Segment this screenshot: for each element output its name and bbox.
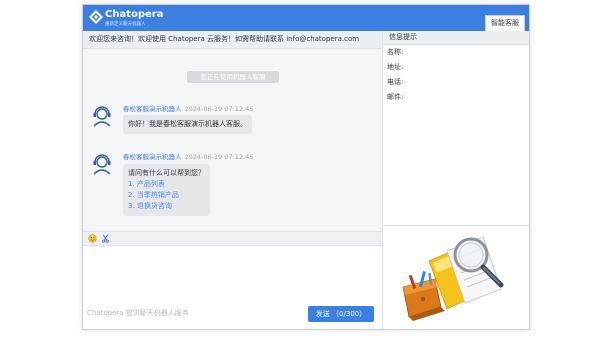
header-bar: Chatopera 重新定义聊天机器人 智能客服 bbox=[83, 5, 529, 31]
tab-smart-service[interactable]: 智能客服 bbox=[485, 15, 525, 31]
toolbox-magnifier-illustration bbox=[402, 236, 504, 321]
sender-name: 春松客服演示机器人 bbox=[123, 153, 182, 161]
field-email: 邮件: bbox=[387, 93, 404, 101]
robot-avatar-icon bbox=[93, 106, 111, 127]
faq-link[interactable]: 2. 当季热销产品 bbox=[128, 190, 205, 201]
input-toolbar bbox=[83, 231, 382, 245]
chatopera-logo-icon bbox=[89, 10, 103, 24]
sidebar-title: 信息提示 bbox=[383, 31, 529, 45]
field-name: 名称: bbox=[387, 48, 404, 56]
message-time: 2024-06-19 07:12:45 bbox=[184, 105, 254, 113]
message-bubble: 请问有什么可以帮到您？ 1. 产品列表 2. 当季热销产品 3. 退换货咨询 bbox=[123, 164, 210, 216]
sender-name: 春松客服演示机器人 bbox=[123, 105, 182, 113]
chat-panel: 欢迎您来咨询！欢迎使用 Chatopera 云服务！如需帮助请联系 info@c… bbox=[83, 31, 382, 231]
message-text: 请问有什么可以帮到您？ bbox=[128, 169, 205, 177]
message-header: 春松客服演示机器人 2024-06-19 07:12:45 bbox=[123, 103, 254, 113]
robot-service-divider: 您正在使用机器人客服 bbox=[187, 71, 279, 83]
field-phone: 电话: bbox=[387, 78, 404, 86]
scissors-icon[interactable] bbox=[101, 234, 110, 243]
message-time: 2024-06-19 07:12:45 bbox=[184, 153, 254, 161]
logo-name: Chatopera bbox=[105, 9, 164, 20]
message-text: 你好！我是春松客服演示机器人客服。 bbox=[128, 120, 247, 128]
input-placeholder: Chatopera 提供聊天机器人服务 bbox=[87, 309, 189, 317]
faq-link[interactable]: 3. 退换货咨询 bbox=[128, 201, 205, 212]
info-sidebar: 信息提示 名称: 地址: 电话: 邮件: bbox=[382, 31, 529, 329]
welcome-notice: 欢迎您来咨询！欢迎使用 Chatopera 云服务！如需帮助请联系 info@c… bbox=[83, 31, 382, 49]
robot-avatar-icon bbox=[93, 154, 111, 175]
send-button[interactable]: 发送 （0/300） bbox=[308, 306, 374, 322]
logo-subtitle: 重新定义聊天机器人 bbox=[105, 22, 146, 27]
chat-window: Chatopera 重新定义聊天机器人 智能客服 欢迎您来咨询！欢迎使用 Cha… bbox=[82, 4, 530, 330]
sidebar-divider bbox=[383, 225, 529, 226]
message-header: 春松客服演示机器人 2024-06-19 07:12:45 bbox=[123, 151, 254, 161]
message-bubble: 你好！我是春松客服演示机器人客服。 bbox=[123, 115, 252, 134]
faq-link[interactable]: 1. 产品列表 bbox=[128, 179, 205, 190]
message-input-area[interactable]: Chatopera 提供聊天机器人服务 发送 （0/300） bbox=[83, 245, 382, 329]
emoji-icon[interactable] bbox=[88, 234, 97, 243]
field-address: 地址: bbox=[387, 63, 404, 71]
